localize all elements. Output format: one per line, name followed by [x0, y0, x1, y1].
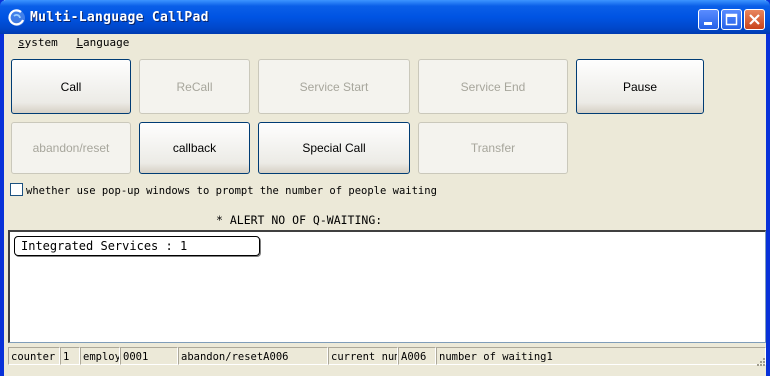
popup-option[interactable]: whether use pop-up windows to prompt the…: [10, 183, 437, 197]
service-end-button[interactable]: Service End: [418, 59, 568, 114]
status-last-action: abandon/resetA006: [178, 347, 328, 365]
queue-panel: Integrated Services : 1: [8, 230, 766, 343]
status-waiting: number of waiting1: [436, 347, 766, 365]
close-button[interactable]: [744, 9, 765, 30]
close-icon: [749, 14, 760, 25]
menu-language[interactable]: Language: [76, 36, 129, 49]
window-title: Multi-Language CallPad: [30, 10, 209, 25]
call-button[interactable]: Call: [11, 59, 131, 114]
alert-label: * ALERT NO OF Q-WAITING:: [216, 213, 383, 227]
status-current-value: A006: [398, 347, 436, 365]
maximize-icon: [725, 13, 738, 26]
minimize-button[interactable]: [698, 9, 719, 30]
abandon-reset-button[interactable]: abandon/reset: [11, 122, 131, 174]
special-call-button[interactable]: Special Call: [258, 122, 410, 174]
menu-bar: system Language: [8, 36, 131, 54]
app-icon: [8, 9, 25, 26]
popup-checkbox[interactable]: [10, 183, 23, 196]
pause-button[interactable]: Pause: [576, 59, 704, 114]
resize-grip-icon[interactable]: [756, 357, 766, 367]
popup-option-label: whether use pop-up windows to prompt the…: [26, 185, 437, 197]
service-queue-item[interactable]: Integrated Services : 1: [14, 236, 260, 256]
status-bar: counter 1 employ 0001 abandon/resetA006 …: [8, 347, 766, 365]
title-bar[interactable]: Multi-Language CallPad: [0, 0, 770, 34]
service-start-button[interactable]: Service Start: [258, 59, 410, 114]
recall-button[interactable]: ReCall: [139, 59, 250, 114]
maximize-button[interactable]: [721, 9, 742, 30]
menu-system[interactable]: system: [18, 36, 58, 49]
callback-button[interactable]: callback: [139, 122, 250, 174]
status-counter-value: 1: [60, 347, 80, 365]
minimize-icon: [704, 22, 712, 25]
status-employ-label: employ: [80, 347, 120, 365]
status-employ-value: 0001: [120, 347, 178, 365]
transfer-button[interactable]: Transfer: [418, 122, 568, 174]
status-counter-label: counter: [8, 347, 60, 365]
status-current-label: current num: [328, 347, 398, 365]
